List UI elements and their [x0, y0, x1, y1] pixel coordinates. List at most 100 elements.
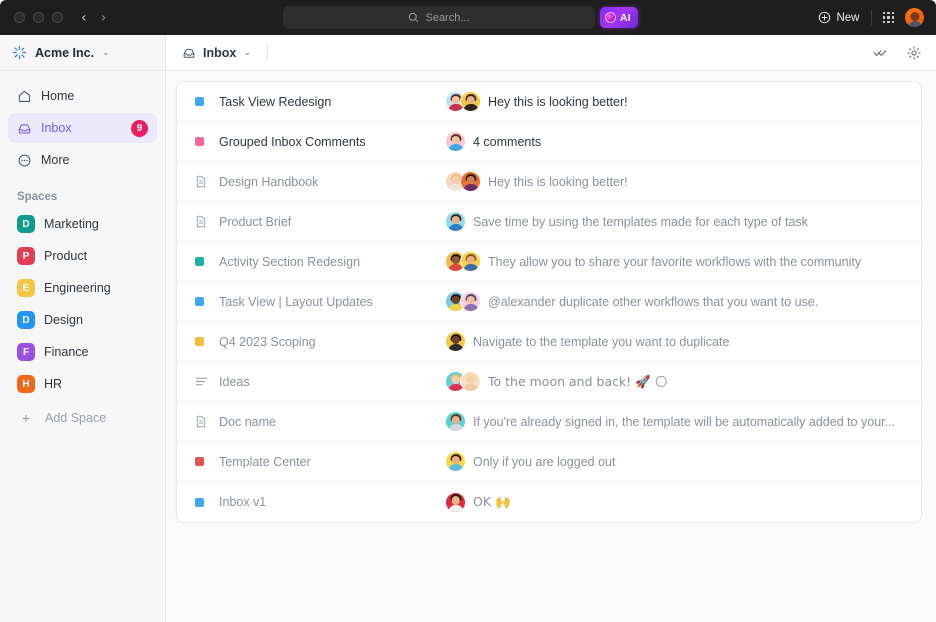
- sidebar-item-hr[interactable]: H HR: [8, 369, 157, 399]
- table-row[interactable]: Ideas To the moon and back! 🚀 🌕: [177, 362, 921, 402]
- chevron-down-icon: ⌄: [243, 47, 251, 58]
- close-window-button[interactable]: [14, 12, 25, 23]
- row-message: Only if you are logged out: [473, 454, 616, 469]
- space-avatar: F: [17, 343, 35, 361]
- list-icon: [195, 376, 213, 387]
- ai-button[interactable]: AI: [600, 7, 638, 28]
- inbox-list-card: Task View Redesign Hey this is looking b…: [176, 81, 922, 523]
- sidebar-item-home[interactable]: Home: [8, 81, 157, 111]
- row-title: Inbox v1: [219, 495, 267, 509]
- maximize-window-button[interactable]: [52, 12, 63, 23]
- os-titlebar: ‹ › Search... AI New: [0, 0, 936, 35]
- avatar-group: [445, 371, 481, 392]
- sidebar-item-product[interactable]: P Product: [8, 241, 157, 271]
- sidebar-item-design[interactable]: D Design: [8, 305, 157, 335]
- avatar-group: [445, 331, 466, 352]
- blue-square-icon: [195, 97, 213, 106]
- avatar: [445, 211, 466, 232]
- red-square-icon: [195, 457, 213, 466]
- table-row[interactable]: Design Handbook Hey this is looking bett…: [177, 162, 921, 202]
- inbox-icon: [18, 123, 31, 134]
- blue-square-icon: [195, 297, 213, 306]
- table-row[interactable]: Product Brief Save time by using the tem…: [177, 202, 921, 242]
- app-window: ‹ › Search... AI New Acme Inc. ⌄ Home In…: [0, 0, 936, 622]
- apps-grid-icon[interactable]: [882, 11, 894, 24]
- space-label: Product: [44, 249, 88, 263]
- avatar: [460, 91, 481, 112]
- table-row[interactable]: Task View | Layout Updates @alexander du…: [177, 282, 921, 322]
- sidebar-item-engineering[interactable]: E Engineering: [8, 273, 157, 303]
- row-message: If you're already signed in, the templat…: [473, 414, 896, 429]
- avatar-group: [445, 491, 466, 513]
- sidebar-item-inbox[interactable]: Inbox 9: [8, 113, 157, 143]
- space-label: Finance: [44, 345, 89, 359]
- row-title: Design Handbook: [219, 174, 319, 189]
- inbox-unread-badge: 9: [131, 119, 148, 137]
- sidebar-item-label: Home: [41, 89, 75, 103]
- tab-inbox-label: Inbox: [203, 45, 237, 60]
- table-row[interactable]: Grouped Inbox Comments 4 comments: [177, 122, 921, 162]
- workspace-name: Acme Inc.: [35, 45, 95, 60]
- workspace-switcher[interactable]: Acme Inc. ⌄: [0, 35, 165, 71]
- pink-square-icon: [195, 137, 213, 146]
- minimize-window-button[interactable]: [33, 12, 44, 23]
- primary-nav: Home Inbox 9 More: [0, 71, 165, 175]
- row-title: Template Center: [219, 454, 311, 469]
- back-arrow-icon[interactable]: ‹: [81, 11, 87, 25]
- window-controls: [14, 12, 63, 23]
- space-label: Engineering: [44, 281, 111, 295]
- row-title: Doc name: [219, 414, 276, 429]
- space-label: HR: [44, 377, 63, 391]
- table-row[interactable]: Doc name If you're already signed in, th…: [177, 402, 921, 442]
- avatar: [460, 251, 481, 272]
- table-row[interactable]: Task View Redesign Hey this is looking b…: [177, 82, 921, 122]
- plus-icon: +: [21, 410, 31, 426]
- add-space-button[interactable]: + Add Space: [8, 403, 157, 433]
- table-row[interactable]: Template Center Only if you are logged o…: [177, 442, 921, 482]
- more-icon: [18, 154, 31, 166]
- settings-gear-icon[interactable]: [906, 45, 922, 61]
- user-avatar[interactable]: [905, 8, 924, 27]
- avatar-group: [445, 411, 466, 432]
- spaces-list: D Marketing P Product E Engineering D De…: [0, 209, 165, 399]
- avatar: [445, 451, 466, 472]
- document-icon: [195, 215, 213, 228]
- app-body: Acme Inc. ⌄ Home Inbox 9 More Spaces D M…: [0, 35, 936, 622]
- space-avatar: E: [17, 279, 35, 297]
- space-avatar: D: [17, 311, 35, 329]
- mark-all-read-icon[interactable]: [872, 45, 888, 61]
- new-button[interactable]: New: [818, 11, 860, 24]
- table-row[interactable]: Q4 2023 Scoping Navigate to the template…: [177, 322, 921, 362]
- space-label: Marketing: [44, 217, 99, 231]
- tab-inbox[interactable]: Inbox ⌄: [182, 46, 251, 60]
- teal-square-icon: [195, 257, 213, 266]
- add-space-label: Add Space: [45, 411, 107, 425]
- table-row[interactable]: Activity Section Redesign They allow you…: [177, 242, 921, 282]
- row-title: Activity Section Redesign: [219, 254, 361, 269]
- sidebar-item-marketing[interactable]: D Marketing: [8, 209, 157, 239]
- space-avatar: D: [17, 215, 35, 233]
- row-message: @alexander duplicate other workflows tha…: [488, 294, 819, 309]
- row-message: Hey this is looking better!: [488, 174, 628, 189]
- avatar-group: [445, 211, 466, 232]
- row-message: OK 🙌: [473, 494, 511, 509]
- home-icon: [18, 90, 31, 102]
- avatar: [460, 291, 481, 312]
- space-avatar: P: [17, 247, 35, 265]
- sidebar-item-finance[interactable]: F Finance: [8, 337, 157, 367]
- ai-button-label: AI: [620, 11, 631, 24]
- blue-square-icon: [195, 497, 213, 507]
- main-area: Inbox ⌄ Task View Redesign Hey this is l…: [166, 35, 936, 622]
- forward-arrow-icon[interactable]: ›: [101, 11, 107, 25]
- global-search-bar[interactable]: Search...: [283, 6, 595, 29]
- document-icon: [195, 175, 213, 188]
- row-message: Navigate to the template you want to dup…: [473, 334, 730, 349]
- document-icon: [195, 415, 213, 428]
- sidebar-item-more[interactable]: More: [8, 145, 157, 175]
- search-icon: [409, 12, 419, 23]
- sidebar-item-label: Inbox: [41, 121, 72, 135]
- avatar: [445, 131, 466, 152]
- avatar: [460, 371, 481, 392]
- table-row[interactable]: Inbox v1 OK 🙌: [177, 482, 921, 522]
- avatar: [445, 411, 466, 432]
